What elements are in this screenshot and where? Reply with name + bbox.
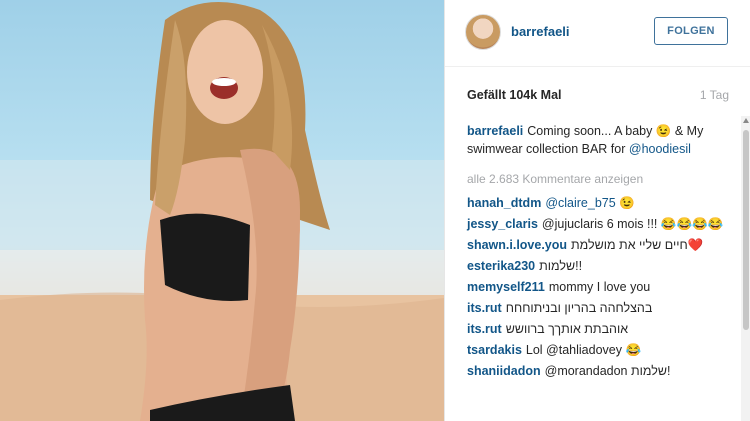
comment-username[interactable]: shawn.i.love.you xyxy=(467,238,567,252)
post-caption: barrefaeli Coming soon... A baby 😉 & My s… xyxy=(467,122,737,158)
comment-text: @jujuclaris 6 mois !!! 😂😂😂😂 xyxy=(541,217,724,231)
post-photo[interactable] xyxy=(0,0,444,421)
post-username[interactable]: barrefaeli xyxy=(511,24,570,39)
post-sidebar: barrefaeli FOLGEN Gefällt 104k Mal 1 Tag… xyxy=(444,0,750,421)
comments-scrollbar[interactable] xyxy=(741,116,750,421)
comment-text: mommy I love you xyxy=(548,280,651,294)
comment-username[interactable]: its.rut xyxy=(467,322,502,336)
comment-text: @morandadon שלמות! xyxy=(544,364,671,378)
comment-text: בהצלחהה בהריון ובניתוחחח xyxy=(505,301,653,315)
post-header: barrefaeli FOLGEN xyxy=(445,0,750,67)
comment-item: shaniidadon @morandadon שלמות! xyxy=(467,362,737,380)
profile-avatar[interactable] xyxy=(465,14,501,50)
comment-text: @claire_b75 😉 xyxy=(545,196,635,210)
caption-username[interactable]: barrefaeli xyxy=(467,124,523,138)
comment-username[interactable]: hanah_dtdm xyxy=(467,196,541,210)
comment-item: its.rut אוהבתת אותךך ברוושש xyxy=(467,320,737,338)
caption-mention[interactable]: @hoodiesil xyxy=(629,142,691,156)
comment-item: shawn.i.love.you חיים שליי את מושלמת❤️ xyxy=(467,236,737,254)
photo-illustration xyxy=(0,2,444,421)
view-all-comments-link[interactable]: alle 2.683 Kommentare anzeigen xyxy=(467,170,737,188)
comment-username[interactable]: tsardakis xyxy=(467,343,522,357)
scroll-thumb[interactable] xyxy=(743,130,749,330)
comment-list: barrefaeli Coming soon... A baby 😉 & My s… xyxy=(467,122,737,383)
comment-text: Lol @tahliadovey 😂 xyxy=(525,343,642,357)
scroll-up-icon[interactable] xyxy=(743,118,749,123)
post-time[interactable]: 1 Tag xyxy=(700,88,729,102)
comment-username[interactable]: its.rut xyxy=(467,301,502,315)
comment-item: its.rut בהצלחהה בהריון ובניתוחחח xyxy=(467,299,737,317)
follow-button[interactable]: FOLGEN xyxy=(654,17,728,45)
comment-username[interactable]: esterika230 xyxy=(467,259,535,273)
comment-item: tsardakis Lol @tahliadovey 😂 xyxy=(467,341,737,359)
comment-text: אוהבתת אותךך ברוושש xyxy=(505,322,629,336)
comment-item: jessy_claris @jujuclaris 6 mois !!! 😂😂😂😂 xyxy=(467,215,737,233)
likes-count[interactable]: Gefällt 104k Mal xyxy=(467,88,562,102)
comment-item: memyself211 mommy I love you xyxy=(467,278,737,296)
comment-username[interactable]: memyself211 xyxy=(467,280,545,294)
comment-text: שלמות!! xyxy=(539,259,583,273)
comment-item: hanah_dtdm @claire_b75 😉 xyxy=(467,194,737,212)
comment-username[interactable]: jessy_claris xyxy=(467,217,538,231)
comment-item: esterika230 שלמות!! xyxy=(467,257,737,275)
comment-text: חיים שליי את מושלמת❤️ xyxy=(571,238,704,252)
comment-username[interactable]: shaniidadon xyxy=(467,364,541,378)
